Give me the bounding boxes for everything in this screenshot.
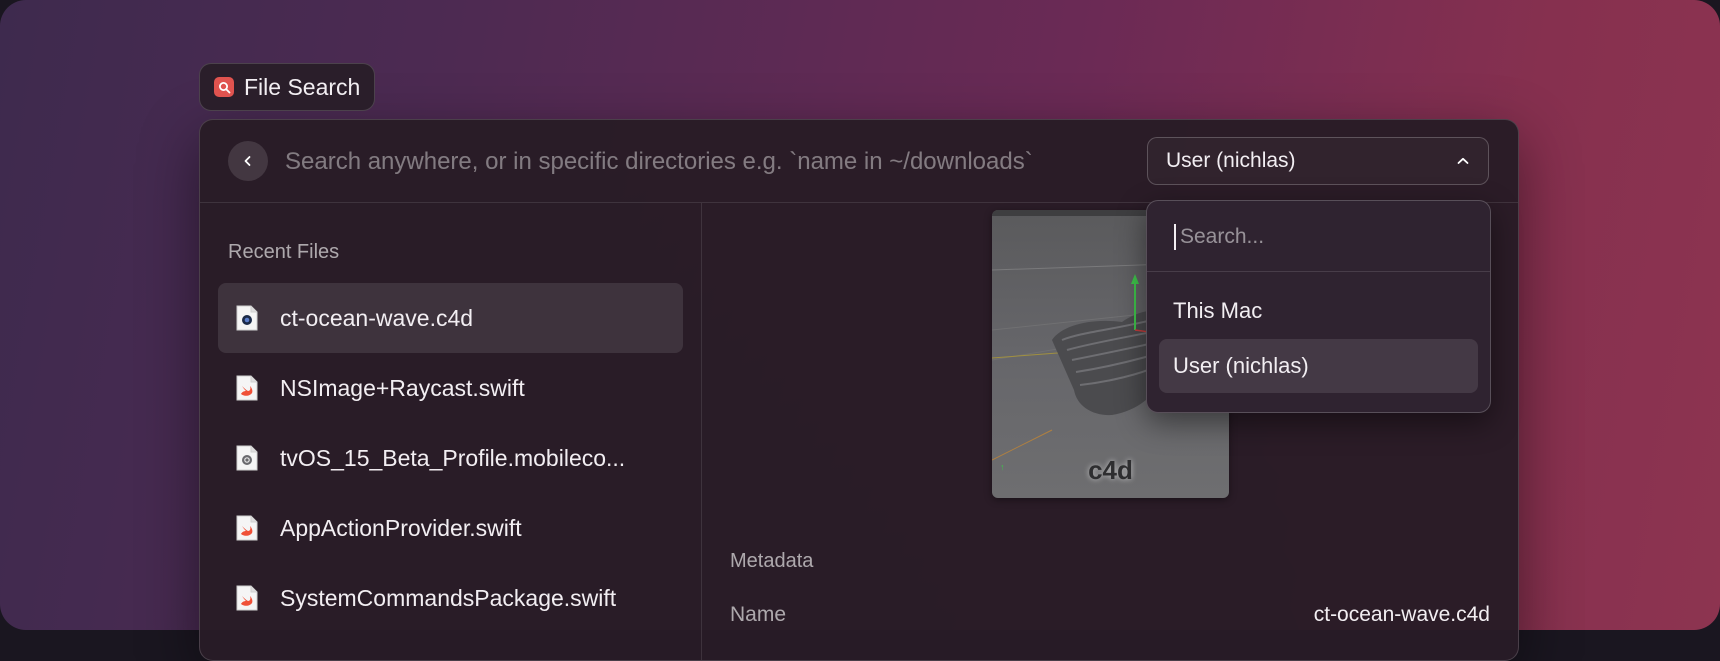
file-name: SystemCommandsPackage.swift: [280, 584, 617, 611]
file-row[interactable]: ct-ocean-wave.c4d: [218, 283, 683, 353]
file-row[interactable]: SystemCommandsPackage.swift: [218, 563, 683, 633]
top-bar: User (nichlas): [200, 120, 1518, 203]
dropdown-option-label: User (nichlas): [1173, 353, 1309, 378]
metadata-key: Name: [730, 603, 787, 626]
metadata-row: Name ct-ocean-wave.c4d: [730, 603, 1490, 627]
dropdown-search: [1147, 201, 1490, 272]
metadata-title: Metadata: [730, 550, 814, 572]
file-search-icon: [214, 77, 234, 97]
swift-file-icon: [236, 515, 258, 541]
scope-dropdown: This Mac User (nichlas): [1146, 200, 1491, 413]
file-name: AppActionProvider.swift: [280, 514, 522, 541]
c4d-file-icon: [236, 305, 258, 331]
swift-file-icon: [236, 585, 258, 611]
chevron-up-icon: [1457, 157, 1469, 164]
file-name: ct-ocean-wave.c4d: [280, 304, 474, 331]
recent-files-pane: Recent Files ct-ocean-wave.c4d NSImage+R…: [200, 203, 702, 660]
metadata-value: ct-ocean-wave.c4d: [1313, 603, 1490, 626]
scope-select-value: User (nichlas): [1166, 149, 1296, 172]
extension-title: File Search: [244, 73, 361, 100]
file-row[interactable]: tvOS_15_Beta_Profile.mobileco...: [218, 423, 683, 493]
file-name: tvOS_15_Beta_Profile.mobileco...: [280, 444, 626, 471]
recent-files-title: Recent Files: [228, 241, 340, 263]
file-name: NSImage+Raycast.swift: [280, 374, 525, 401]
dropdown-search-input[interactable]: [1178, 219, 1472, 255]
dropdown-option-label: This Mac: [1173, 298, 1263, 323]
file-list: ct-ocean-wave.c4d NSImage+Raycast.swift …: [218, 283, 683, 633]
mobileconfig-file-icon: [236, 445, 258, 471]
swift-file-icon: [236, 375, 258, 401]
chevron-left-icon: [244, 156, 251, 166]
preview-caption: c4d: [1088, 455, 1133, 485]
file-row[interactable]: AppActionProvider.swift: [218, 493, 683, 563]
dropdown-option-this-mac[interactable]: This Mac: [1159, 284, 1478, 338]
search-input[interactable]: [283, 142, 1117, 182]
text-caret: [1174, 224, 1176, 250]
back-button[interactable]: [228, 141, 268, 181]
extension-tag: File Search: [199, 63, 376, 111]
scope-select[interactable]: User (nichlas): [1147, 137, 1489, 185]
file-row[interactable]: NSImage+Raycast.swift: [218, 353, 683, 423]
dropdown-option-user[interactable]: User (nichlas): [1159, 339, 1478, 393]
